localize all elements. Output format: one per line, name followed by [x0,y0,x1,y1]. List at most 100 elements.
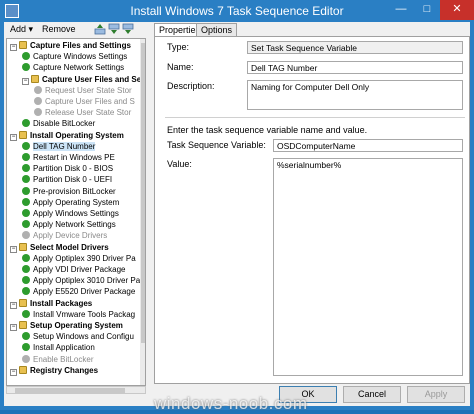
disabled-step-icon [34,97,42,105]
editor-window: Install Windows 7 Task Sequence Editor —… [0,0,474,413]
separator [165,117,465,118]
check-icon [22,153,30,161]
tree-item-label: Disable BitLocker [33,119,96,129]
tree-item-label: Apply Optiplex 390 Driver Pa [33,253,136,263]
tree-vertical-scrollbar[interactable] [140,39,145,385]
disabled-step-icon [34,108,42,117]
move-up-icon[interactable] [94,23,106,35]
move-down-icon[interactable] [122,23,134,35]
tree-step[interactable]: Disable BitLocker [22,119,95,129]
tree-step[interactable]: Install Vmware Tools Packag [22,309,136,320]
tree-item-label: Capture User Files and Se [42,74,142,84]
expander-icon[interactable]: − [10,133,17,141]
tree-group[interactable]: − Install Operating System [10,130,124,141]
check-icon [22,52,30,61]
remove-button[interactable]: Remove [42,24,76,34]
name-field[interactable]: Dell TAG Number [247,61,463,74]
tree-step[interactable]: Release User State Stor [34,108,131,118]
tree-step[interactable]: Apply VDI Driver Package [22,265,125,275]
tree-item-label: Install Operating System [30,130,124,140]
folder-icon [31,74,39,83]
name-label: Name: [167,62,194,72]
folder-icon [19,41,27,49]
check-icon [22,141,30,150]
tree-group[interactable]: − Setup Operating System [10,321,123,331]
check-icon [22,175,30,184]
expander-icon[interactable]: − [10,368,17,376]
apply-button[interactable]: Apply [407,386,465,403]
tree-item-label: Capture Files and Settings [30,41,131,50]
close-button[interactable]: ✕ [440,0,474,20]
tree-item-label: Install Vmware Tools Packag [33,309,136,319]
tree-step[interactable]: Restart in Windows PE [22,153,115,163]
tree-group[interactable]: − Capture Files and Settings [10,41,131,51]
variable-field[interactable]: OSDComputerName [273,139,463,152]
maximize-button[interactable]: □ [414,0,440,20]
tree-step[interactable]: Apply Windows Settings [22,209,119,219]
tree-item-label: Partition Disk 0 - BIOS [33,164,114,174]
tree-item-label: Release User State Stor [45,108,132,118]
tree-step[interactable]: Setup Windows and Configu [22,332,134,342]
tree-toolbar: Add ▾ Remove [4,22,148,38]
disabled-step-icon [22,354,30,363]
expander-icon[interactable]: − [10,301,17,309]
tree-group[interactable]: − Install Packages [10,298,92,309]
check-icon [22,265,30,273]
tab-options[interactable]: Options [196,23,238,36]
tree-horizontal-scrollbar[interactable] [6,386,146,394]
description-label: Description: [167,81,215,91]
tree-item-label: Apply Optiplex 3010 Driver Pa [33,276,141,286]
tree-step[interactable]: Apply Optiplex 3010 Driver Pa [22,276,140,286]
check-icon [22,119,30,128]
tree-step[interactable]: Pre-provision BitLocker [22,186,116,197]
value-label: Value: [167,159,192,169]
check-icon [22,164,30,173]
expander-icon[interactable]: − [10,245,17,253]
tree-item-label: Pre-provision BitLocker [33,186,116,196]
tree-item-label: Partition Disk 0 - UEFI [33,175,113,185]
tree-scroll-thumb[interactable] [141,43,145,343]
tree-step[interactable]: Capture User Files and S [34,97,135,107]
properties-panel: Type: Set Task Sequence Variable Name: D… [154,36,470,384]
tree-step[interactable]: Enable BitLocker [22,354,93,365]
expander-icon[interactable]: − [10,44,17,51]
type-field: Set Task Sequence Variable [247,41,463,54]
cancel-button[interactable]: Cancel [343,386,401,403]
expander-icon[interactable]: − [10,324,17,331]
add-menu-button[interactable]: Add ▾ [10,24,33,35]
tree-item-label: Registry Changes [30,365,99,375]
expander-icon[interactable]: − [22,77,29,85]
tree-group[interactable]: − Select Model Drivers [10,242,109,253]
value-field[interactable]: %serialnumber% [273,158,463,376]
check-icon [22,220,30,229]
tree-step[interactable]: Capture Windows Settings [22,52,127,62]
tree-step[interactable]: Dell TAG Number [22,141,96,152]
tree-step[interactable]: Apply Optiplex 390 Driver Pa [22,253,136,264]
title-bar[interactable]: Install Windows 7 Task Sequence Editor —… [0,0,474,22]
tree-step[interactable]: Capture Network Settings [22,63,124,73]
tree-step[interactable]: Partition Disk 0 - UEFI [22,175,112,185]
tree-step[interactable]: Apply Device Drivers [22,231,107,241]
check-icon [22,343,30,352]
tree-item-label: Install Application [33,343,95,353]
tree-step[interactable]: Apply Operating System [22,197,120,208]
tree-step[interactable]: Apply E5520 Driver Package [22,287,135,297]
tree-item-label: Apply E5520 Driver Package [33,287,136,297]
check-icon [22,63,30,72]
check-icon [22,309,30,318]
tree-step[interactable]: Request User State Stor [34,85,132,96]
tree-step[interactable]: Partition Disk 0 - BIOS [22,164,113,174]
task-sequence-tree[interactable]: − Registry Changes Enable BitLocker Install… [6,38,146,386]
move-down-icon[interactable] [108,23,120,35]
description-field[interactable]: Naming for Computer Dell Only [247,80,463,110]
tree-item-label: Restart in Windows PE [33,153,115,162]
minimize-button[interactable]: — [388,0,414,20]
tree-step[interactable]: Apply Network Settings [22,220,116,230]
tree-group[interactable]: − Capture User Files and Se [22,74,142,85]
folder-icon [19,130,27,139]
tree-hscroll-thumb[interactable] [15,388,125,393]
check-icon [22,332,30,341]
tree-item-label: Apply Operating System [33,197,120,207]
tree-group[interactable]: − Registry Changes [10,365,99,376]
tree-step[interactable]: Install Application [22,343,95,353]
